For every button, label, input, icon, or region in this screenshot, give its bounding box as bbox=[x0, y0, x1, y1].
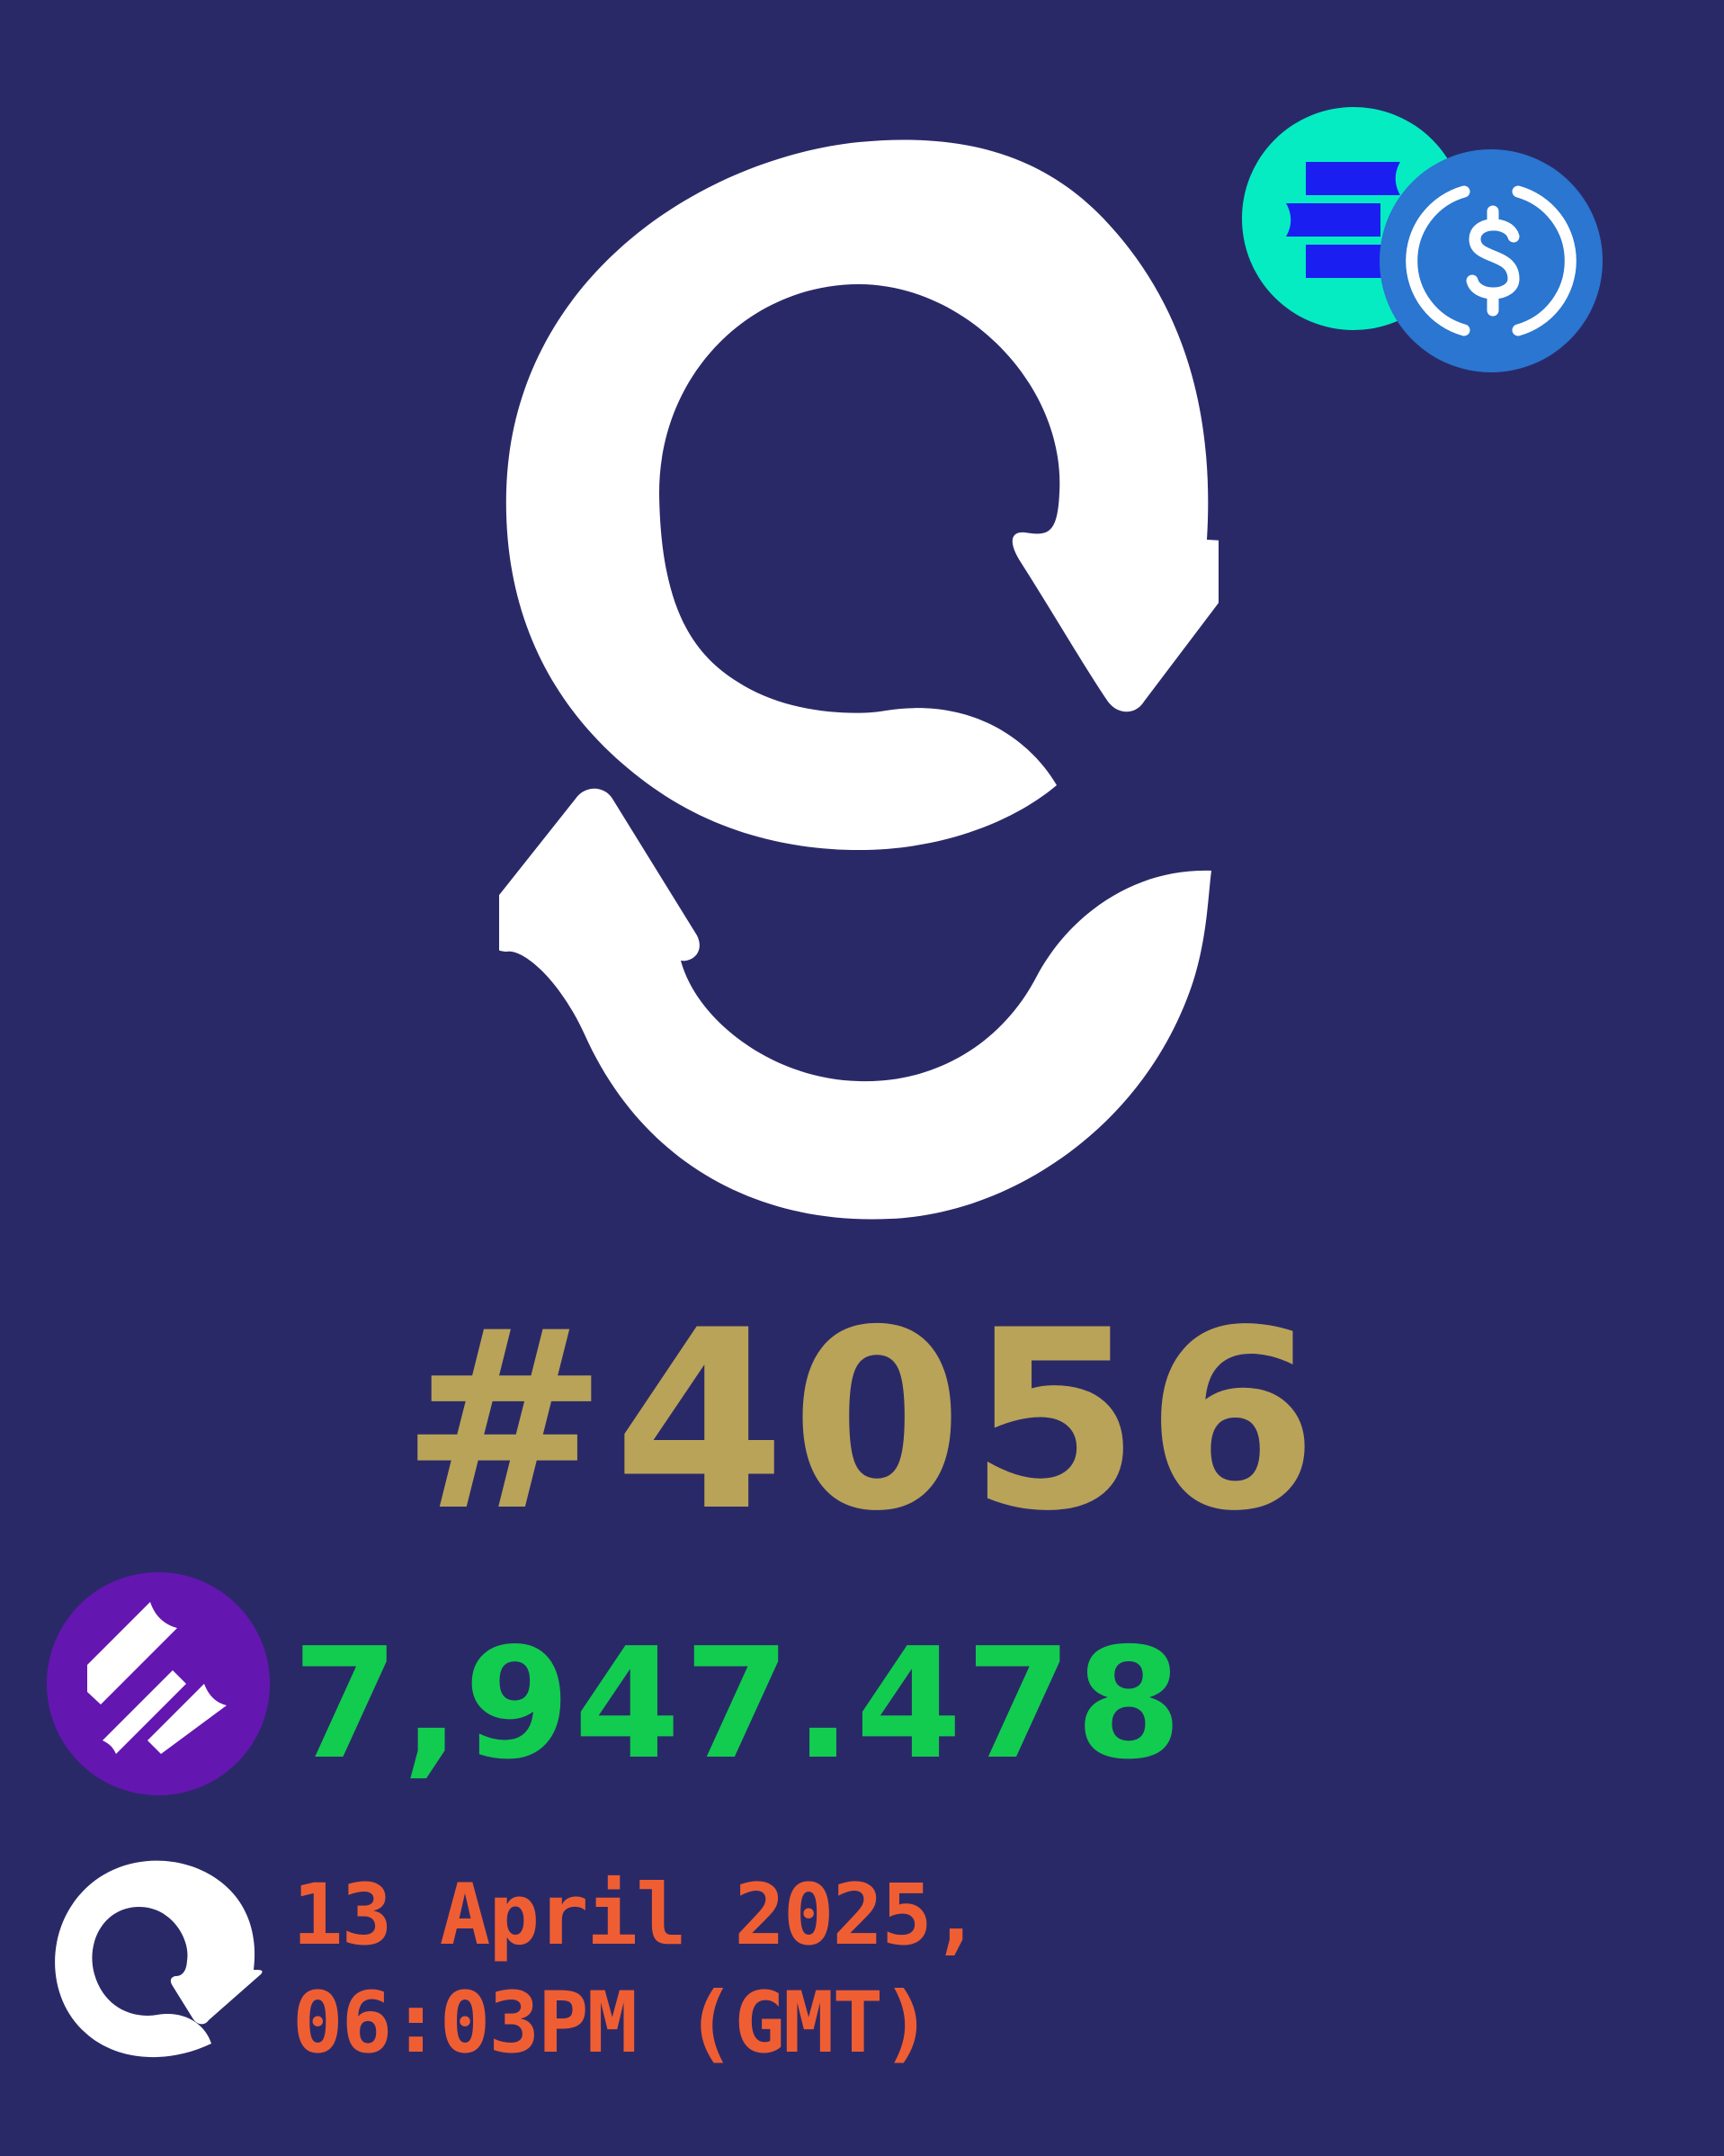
dollar-coin-icon bbox=[1380, 149, 1603, 372]
diagonal-bars-token-icon bbox=[47, 1572, 270, 1795]
timestamp-date: 13 April 2025, bbox=[292, 1866, 981, 1964]
timestamp-time: 06:03PM (GMT) bbox=[292, 1974, 933, 2072]
swap-arrow-icon bbox=[55, 1860, 263, 2058]
token-pair-icons bbox=[1242, 107, 1603, 372]
swap-arrows-logo-icon bbox=[499, 139, 1219, 1220]
record-id-number: #4056 bbox=[400, 1277, 1324, 1565]
amount-value: 7,947.478 bbox=[292, 1615, 1186, 1794]
